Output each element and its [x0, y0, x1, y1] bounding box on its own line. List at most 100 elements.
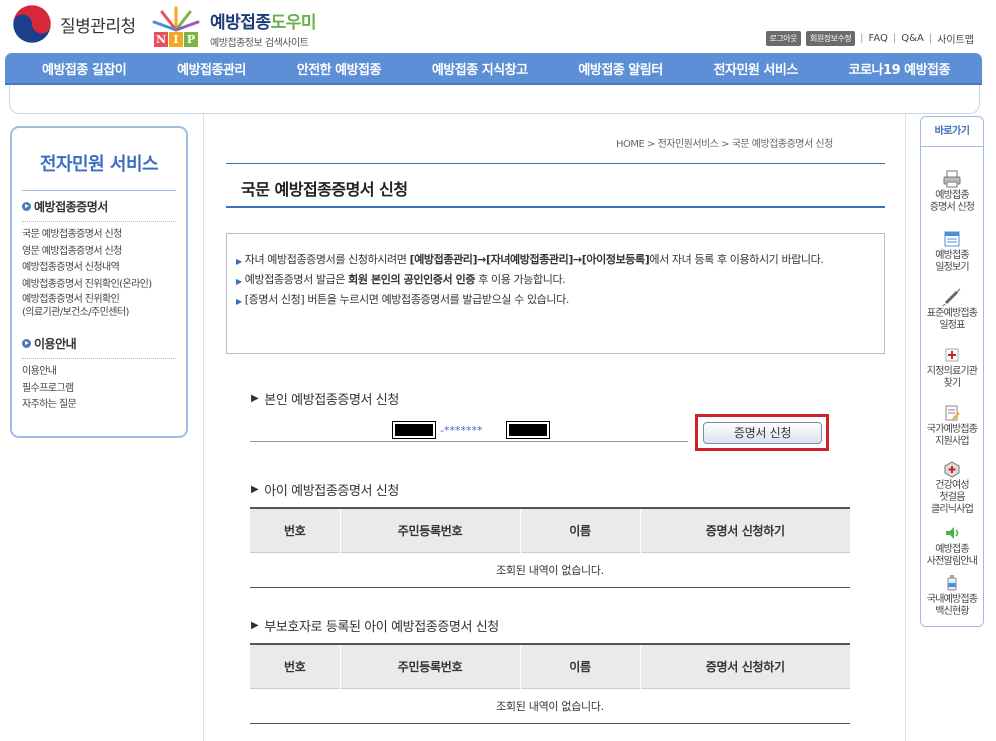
- redaction-box: [506, 421, 550, 439]
- divider: [22, 190, 176, 191]
- arrow-right-icon: ▶: [251, 393, 259, 404]
- quick-link-schedule[interactable]: 예방접종 일정보기: [921, 229, 983, 273]
- quick-link-notification[interactable]: 예방접종 사전알림안내: [921, 523, 983, 567]
- notice-item: ▶ 예방접종증명서 발급은 회원 본인의 공인인증서 인증 후 이용 가능합니다…: [236, 273, 884, 288]
- arrow-right-icon: ▶: [251, 484, 259, 495]
- notice-text: [증명서 신청] 버튼을 누르시면 예방접종증명서를 발급받으실 수 있습니다.: [244, 293, 570, 306]
- sidebar-link-verify-online[interactable]: 예방접종증명서 진위확인(온라인): [22, 277, 176, 294]
- kdca-logo[interactable]: 질병관리청: [12, 4, 136, 44]
- separator: |: [860, 33, 864, 44]
- site-title-main: 예방접종: [210, 13, 271, 33]
- notice-item: ▶ 자녀 예방접종증명서를 신청하시려면 [예방접종관리]→[자녀예방접종관리]…: [236, 253, 884, 268]
- guardian-cert-heading: ▶ 부보호자로 등록된 아이 예방접종증명서 신청: [251, 616, 499, 635]
- column-header-resident-number: 주민등록번호: [339, 507, 520, 552]
- arrow-right-icon: ▶: [251, 620, 259, 631]
- quick-link-label: 백신현황: [935, 606, 969, 617]
- taegeuk-emblem-icon: [12, 4, 52, 44]
- quick-link-label: 일정표: [939, 320, 965, 331]
- sidebar-link-kr-cert[interactable]: 국문 예방접종증명서 신청: [22, 227, 176, 244]
- site-title: 예방접종도우미: [210, 8, 316, 33]
- vaccine-bottle-icon: [947, 575, 957, 591]
- sidebar-link-en-cert[interactable]: 영문 예방접종증명서 신청: [22, 244, 176, 261]
- arrow-right-icon: ▶: [236, 277, 242, 286]
- nav-item-knowledge[interactable]: 예방접종 지식창고: [432, 59, 528, 78]
- nav-item-guide[interactable]: 예방접종 길잡이: [42, 59, 127, 78]
- arrow-bullet-icon: [22, 202, 31, 211]
- quick-links-sidebar: 바로가기 예방접종 증명서 신청 예방접종 일정보기 표준예방접종 일정표 지정…: [920, 116, 984, 627]
- quick-link-label: 찾기: [943, 378, 962, 389]
- quick-link-women-clinic[interactable]: 건강여성 첫걸음 클리닉사업: [921, 459, 983, 515]
- nip-letters: N I P: [154, 32, 198, 47]
- content-border: [203, 114, 204, 741]
- quick-links-title: 바로가기: [921, 117, 983, 147]
- section-heading-text: 부보호자로 등록된 아이 예방접종증명서 신청: [264, 620, 499, 635]
- qa-link[interactable]: Q&A: [901, 33, 924, 44]
- site-title-accent: 도우미: [270, 13, 317, 33]
- sidebar-section-certificate[interactable]: 예방접종증명서: [22, 198, 176, 215]
- faq-link[interactable]: FAQ: [869, 33, 888, 44]
- table-header-row: 번호 주민등록번호 이름 증명서 신청하기: [250, 507, 850, 552]
- quick-link-clinic-search[interactable]: 지정의료기관 찾기: [921, 345, 983, 389]
- sitemap-link[interactable]: 사이트맵: [937, 31, 974, 46]
- quick-link-label: 클리닉사업: [930, 504, 974, 515]
- main-nav: 예방접종 길잡이 예방접종관리 안전한 예방접종 예방접종 지식창고 예방접종 …: [5, 53, 982, 85]
- quick-link-label: 예방접종: [935, 250, 969, 261]
- speaker-icon: [946, 527, 959, 539]
- quick-link-label: 국내예방접종: [926, 594, 978, 605]
- arrow-bullet-icon: [22, 339, 31, 348]
- nip-logo[interactable]: N I P 예방접종도우미 예방접종정보 검색사이트: [150, 4, 330, 49]
- quick-link-label: 표준예방접종: [926, 308, 978, 319]
- nip-letter-p: P: [184, 32, 198, 47]
- notice-text: 예방접종증명서 발급은 회원 본인의 공인인증서 인증 후 이용 가능합니다.: [245, 273, 860, 288]
- empty-message: 조회된 내역이 없습니다.: [250, 551, 850, 588]
- section-heading-text: 아이 예방접종증명서 신청: [264, 484, 399, 499]
- sidebar-link-faq[interactable]: 자주하는 질문: [22, 397, 176, 414]
- arrow-right-icon: ▶: [236, 257, 242, 266]
- sidebar-link-required-programs[interactable]: 필수프로그램: [22, 381, 176, 398]
- site-subtitle: 예방접종정보 검색사이트: [210, 38, 309, 49]
- quick-link-standard-schedule[interactable]: 표준예방접종 일정표: [921, 287, 983, 331]
- quick-link-national-program[interactable]: 국가예방접종 지원사업: [921, 403, 983, 447]
- utility-links: 로그아웃 회원정보수정 | FAQ | Q&A | 사이트맵: [765, 31, 974, 46]
- nav-item-notice[interactable]: 예방접종 알림터: [578, 59, 663, 78]
- nav-item-covid19[interactable]: 코로나19 예방접종: [849, 59, 951, 78]
- medkit-icon: [944, 461, 960, 478]
- sidebar-link-cert-history[interactable]: 예방접종증명서 신청내역: [22, 260, 176, 277]
- sidebar-link-usage-guide[interactable]: 이용안내: [22, 364, 176, 381]
- quick-link-vaccine-status[interactable]: 국내예방접종 백신현황: [921, 573, 983, 617]
- quick-link-label: 건강여성: [935, 480, 969, 491]
- notice-fragment: 후 이용 가능합니다.: [475, 273, 566, 286]
- syringe-icon: [942, 288, 961, 307]
- guardian-cert-table: 번호 주민등록번호 이름 증명서 신청하기 조회된 내역이 없습니다.: [250, 643, 850, 724]
- certificate-apply-button[interactable]: 증명서 신청: [703, 422, 822, 444]
- sidebar-section-label: 이용안내: [34, 337, 77, 351]
- sidebar-link-line: 예방접종증명서 진위확인: [22, 294, 120, 305]
- column-header-apply: 증명서 신청하기: [639, 507, 850, 552]
- notice-fragment: 자녀 예방접종증명서를 신청하시려면: [244, 253, 410, 266]
- separator: |: [892, 33, 897, 44]
- notice-item: ▶ [증명서 신청] 버튼을 누르시면 예방접종증명서를 발급받으실 수 있습니…: [236, 293, 884, 308]
- column-header-resident-number: 주민등록번호: [339, 643, 520, 688]
- hospital-icon: [945, 348, 959, 362]
- child-cert-table: 번호 주민등록번호 이름 증명서 신청하기 조회된 내역이 없습니다.: [250, 507, 850, 588]
- logout-button[interactable]: 로그아웃: [765, 31, 801, 46]
- sidebar-section-usage[interactable]: 이용안내: [22, 335, 176, 352]
- nav-item-management[interactable]: 예방접종관리: [177, 59, 246, 78]
- sidebar-section-label: 예방접종증명서: [34, 200, 108, 214]
- table-row: 조회된 내역이 없습니다.: [250, 687, 850, 724]
- quick-link-label: 국가예방접종: [926, 424, 978, 435]
- calendar-icon: [944, 231, 960, 247]
- header: 질병관리청 N I P 예방접종도우미 예방접종정보 검색사이트 로그아웃 회원…: [0, 0, 996, 52]
- quick-link-cert-apply[interactable]: 예방접종 증명서 신청: [921, 169, 983, 213]
- column-header-number: 번호: [250, 643, 340, 688]
- quick-link-label: 증명서 신청: [929, 202, 975, 213]
- nav-item-safety[interactable]: 안전한 예방접종: [297, 59, 382, 78]
- member-edit-button[interactable]: 회원정보수정: [806, 31, 856, 46]
- column-header-number: 번호: [250, 507, 340, 552]
- nav-item-e-service[interactable]: 전자민원 서비스: [714, 59, 799, 78]
- divider: [22, 221, 176, 222]
- sun-rays-icon: [152, 6, 200, 32]
- sidebar-link-verify-offline[interactable]: 예방접종증명서 진위확인 (의료기관/보건소/주민센터): [22, 293, 176, 321]
- quick-link-label: 사전알림안내: [926, 556, 978, 567]
- org-name: 질병관리청: [60, 16, 136, 37]
